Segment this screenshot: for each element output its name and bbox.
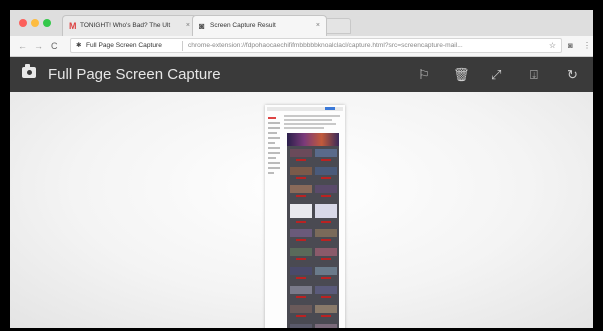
thumbnail-image [315, 149, 337, 157]
tab-title: Screen Capture Result [210, 22, 276, 29]
thumbnail-button [296, 315, 306, 317]
back-button[interactable]: ← [18, 36, 27, 56]
capture-preview-area [10, 92, 593, 328]
star-icon[interactable]: ☆ [549, 39, 556, 52]
minimize-window-button[interactable] [31, 19, 39, 27]
captured-page-thumbnail[interactable] [265, 105, 345, 328]
thumbnail-button [296, 239, 306, 241]
thumbnail-button [296, 221, 306, 223]
site-name: Full Page Screen Capture [86, 42, 162, 49]
tab-screen-capture-result[interactable]: ◙ Screen Capture Result × [192, 15, 327, 36]
browser-toolbar: ← → C ✱ Full Page Screen Capture chrome-… [10, 36, 593, 57]
close-window-button[interactable] [19, 19, 27, 27]
thumbnail-button [321, 315, 331, 317]
browser-window: M TONIGHT! Who's Bad? The Ult × ◙ Screen… [10, 10, 593, 328]
thumbnail-image [315, 229, 337, 237]
thumbnail-button [321, 296, 331, 298]
new-tab-button[interactable] [325, 18, 351, 34]
flag-icon[interactable]: ⚐ [418, 57, 430, 92]
thumbnail-image [315, 204, 337, 218]
thumbnail-image [290, 167, 312, 175]
download-icon[interactable]: ⍗ [530, 57, 538, 92]
thumbnail-sidebar [268, 117, 280, 187]
tab-strip: M TONIGHT! Who's Bad? The Ult × ◙ Screen… [10, 10, 593, 36]
thumbnail-button [321, 159, 331, 161]
expand-icon[interactable]: ⤢ [491, 57, 501, 92]
extension-pin-icon: ✱ [76, 42, 82, 49]
app-header: Full Page Screen Capture ⚐ 🗑 ⤢ ⍗ ↻ [10, 57, 593, 92]
thumbnail-image [290, 185, 312, 193]
thumbnail-button [325, 107, 335, 110]
thumbnail-button [321, 277, 331, 279]
thumbnail-image [290, 248, 312, 256]
thumbnail-button [321, 177, 331, 179]
thumbnail-image [290, 267, 312, 275]
thumbnail-button [296, 277, 306, 279]
extension-camera-icon[interactable]: ◙ [568, 36, 573, 56]
tab-title: TONIGHT! Who's Bad? The Ult [80, 22, 171, 29]
thumbnail-button [296, 258, 306, 260]
menu-icon[interactable]: ⋮ [583, 36, 591, 56]
thumbnail-button [321, 239, 331, 241]
thumbnail-image [290, 324, 312, 328]
thumbnail-image [315, 185, 337, 193]
app-title: Full Page Screen Capture [48, 66, 221, 83]
thumbnail-button [296, 159, 306, 161]
thumbnail-text [284, 115, 340, 131]
thumbnail-button [296, 296, 306, 298]
close-tab-icon[interactable]: × [316, 16, 320, 36]
trash-icon[interactable]: 🗑 [453, 57, 470, 92]
thumbnail-image [315, 286, 337, 294]
thumbnail-button [296, 177, 306, 179]
history-icon[interactable]: ↻ [567, 57, 578, 92]
thumbnail-button [321, 221, 331, 223]
camera-icon [22, 64, 36, 78]
thumbnail-image [290, 305, 312, 313]
thumbnail-image [290, 204, 312, 218]
address-bar[interactable]: ✱ Full Page Screen Capture chrome-extens… [70, 38, 562, 53]
thumbnail-button [296, 195, 306, 197]
thumbnail-button [321, 195, 331, 197]
thumbnail-image [315, 167, 337, 175]
close-tab-icon[interactable]: × [186, 16, 190, 36]
thumbnail-image [315, 305, 337, 313]
tab-gmail[interactable]: M TONIGHT! Who's Bad? The Ult × [62, 15, 197, 36]
thumbnail-image [290, 286, 312, 294]
thumbnail-image [315, 324, 337, 328]
thumbnail-image [290, 229, 312, 237]
thumbnail-image [315, 267, 337, 275]
thumbnail-banner [287, 133, 339, 146]
maximize-window-button[interactable] [43, 19, 51, 27]
gmail-icon: M [69, 21, 77, 31]
url-text: chrome-extension://fdpohaocaechififmbbbb… [188, 42, 463, 49]
address-divider [182, 41, 183, 51]
thumbnail-button [321, 258, 331, 260]
reload-button[interactable]: C [51, 36, 58, 56]
thumbnail-image [315, 248, 337, 256]
forward-button[interactable]: → [34, 36, 43, 56]
thumbnail-image [290, 149, 312, 157]
camera-icon: ◙ [199, 21, 205, 31]
